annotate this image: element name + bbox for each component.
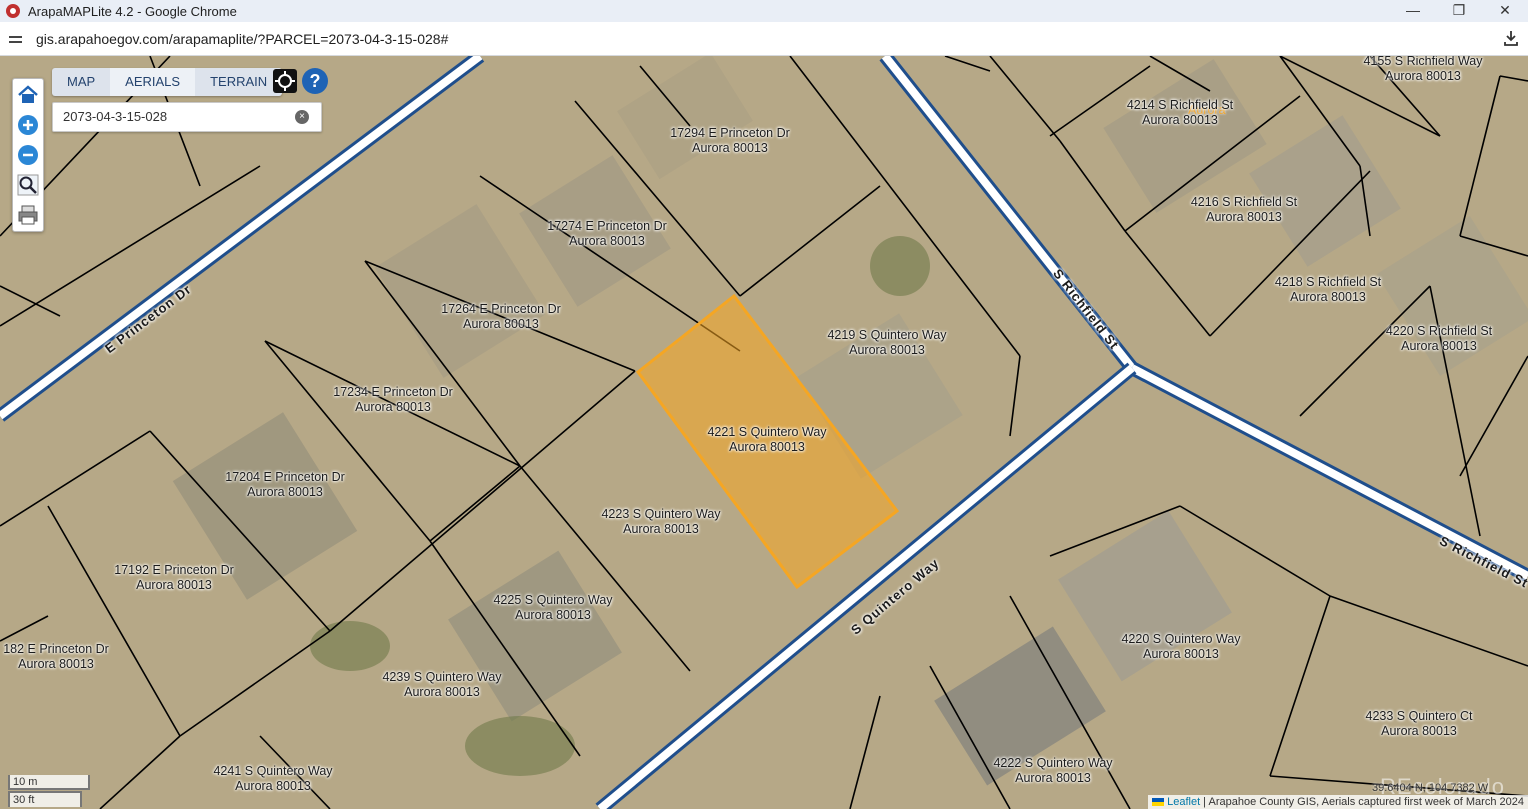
scale-bar-imperial: 30 ft (8, 791, 82, 807)
scale-bar-metric: 10 m (8, 775, 90, 790)
app-icon (6, 4, 20, 18)
url-field[interactable]: gis.arapahoegov.com/arapamaplite/?PARCEL… (36, 31, 448, 47)
locate-button[interactable] (273, 69, 297, 93)
print-icon[interactable] (16, 203, 40, 227)
map-attribution: Leaflet | Arapahoe County GIS, Aerials c… (1148, 795, 1528, 809)
parcel-label[interactable]: 17204 E Princeton Dr Aurora 80013 (225, 470, 345, 500)
parcel-label[interactable]: 4233 S Quintero Ct Aurora 80013 (1365, 709, 1472, 739)
parcel-label[interactable]: 4220 S Richfield St Aurora 80013 (1386, 324, 1492, 354)
parcel-label[interactable]: 4219 S Quintero Way Aurora 80013 (827, 328, 946, 358)
parcel-label[interactable]: 4225 S Quintero Way Aurora 80013 (493, 593, 612, 623)
coordinate-readout: 39.6404 N, 104.7382 W (1372, 782, 1489, 794)
address-bar: gis.arapahoegov.com/arapamaplite/?PARCEL… (0, 22, 1528, 56)
leaflet-link[interactable]: Leaflet (1167, 796, 1200, 808)
minimize-button[interactable]: — (1390, 0, 1436, 22)
parcel-label[interactable]: 4216 S Richfield St Aurora 80013 (1191, 195, 1297, 225)
download-icon[interactable] (1502, 29, 1520, 47)
basemap-tabs: MAP AERIALS TERRAIN (52, 68, 283, 96)
parcel-label[interactable]: 4223 S Quintero Way Aurora 80013 (601, 507, 720, 537)
parcel-label[interactable]: 17274 E Princeton Dr Aurora 80013 (547, 219, 667, 249)
parcel-label[interactable]: 4155 S Richfield Way Aurora 80013 (1363, 56, 1482, 84)
clear-search-button[interactable]: × (295, 110, 309, 124)
zoom-in-icon[interactable] (16, 113, 40, 137)
tab-terrain[interactable]: TERRAIN (195, 68, 282, 96)
parcel-label[interactable]: 4222 S Quintero Way Aurora 80013 (993, 756, 1112, 786)
zoom-box-icon[interactable] (16, 173, 40, 197)
leaflet-flag-icon (1152, 798, 1165, 807)
window-titlebar: ArapaMAPLite 4.2 - Google Chrome — ❐ ✕ (0, 0, 1528, 22)
parcel-label[interactable]: 17192 E Princeton Dr Aurora 80013 (114, 563, 234, 593)
parcel-search-input[interactable]: 2073-04-3-15-028 × (52, 102, 322, 132)
parcel-label-selected[interactable]: 4221 S Quintero Way Aurora 80013 (707, 425, 826, 455)
parcel-label[interactable]: 4241 S Quintero Way Aurora 80013 (213, 764, 332, 794)
tab-aerials[interactable]: AERIALS (110, 68, 196, 96)
home-icon[interactable] (16, 83, 40, 107)
parcel-label[interactable]: 4239 S Quintero Way Aurora 80013 (382, 670, 501, 700)
parcel-label[interactable]: 4220 S Quintero Way Aurora 80013 (1121, 632, 1240, 662)
parcel-label[interactable]: 4218 S Richfield St Aurora 80013 (1275, 275, 1381, 305)
zoom-out-icon[interactable] (16, 143, 40, 167)
parcel-label[interactable]: 17234 E Princeton Dr Aurora 80013 (333, 385, 453, 415)
tab-map[interactable]: MAP (52, 68, 110, 96)
parcel-label[interactable]: 17294 E Princeton Dr Aurora 80013 (670, 126, 790, 156)
close-button[interactable]: ✕ (1482, 0, 1528, 22)
parcel-label[interactable]: 17264 E Princeton Dr Aurora 80013 (441, 302, 561, 332)
site-info-icon[interactable] (8, 31, 24, 47)
window-controls: — ❐ ✕ (1390, 0, 1528, 22)
map-toolbar (12, 78, 44, 232)
parcel-label[interactable]: 4214 S Richfield St Aurora 80013 (1127, 98, 1233, 128)
crosshair-icon (275, 71, 295, 91)
parcel-search-value: 2073-04-3-15-028 (63, 109, 168, 124)
parcel-label[interactable]: 182 E Princeton Dr Aurora 80013 (3, 642, 109, 672)
help-button[interactable]: ? (302, 68, 328, 94)
window-title: ArapaMAPLite 4.2 - Google Chrome (28, 3, 237, 19)
restore-button[interactable]: ❐ (1436, 0, 1482, 22)
attribution-text: | Arapahoe County GIS, Aerials captured … (1200, 796, 1524, 808)
map-view[interactable]: E Princeton Dr S Richfield St S Richfiel… (0, 56, 1528, 809)
